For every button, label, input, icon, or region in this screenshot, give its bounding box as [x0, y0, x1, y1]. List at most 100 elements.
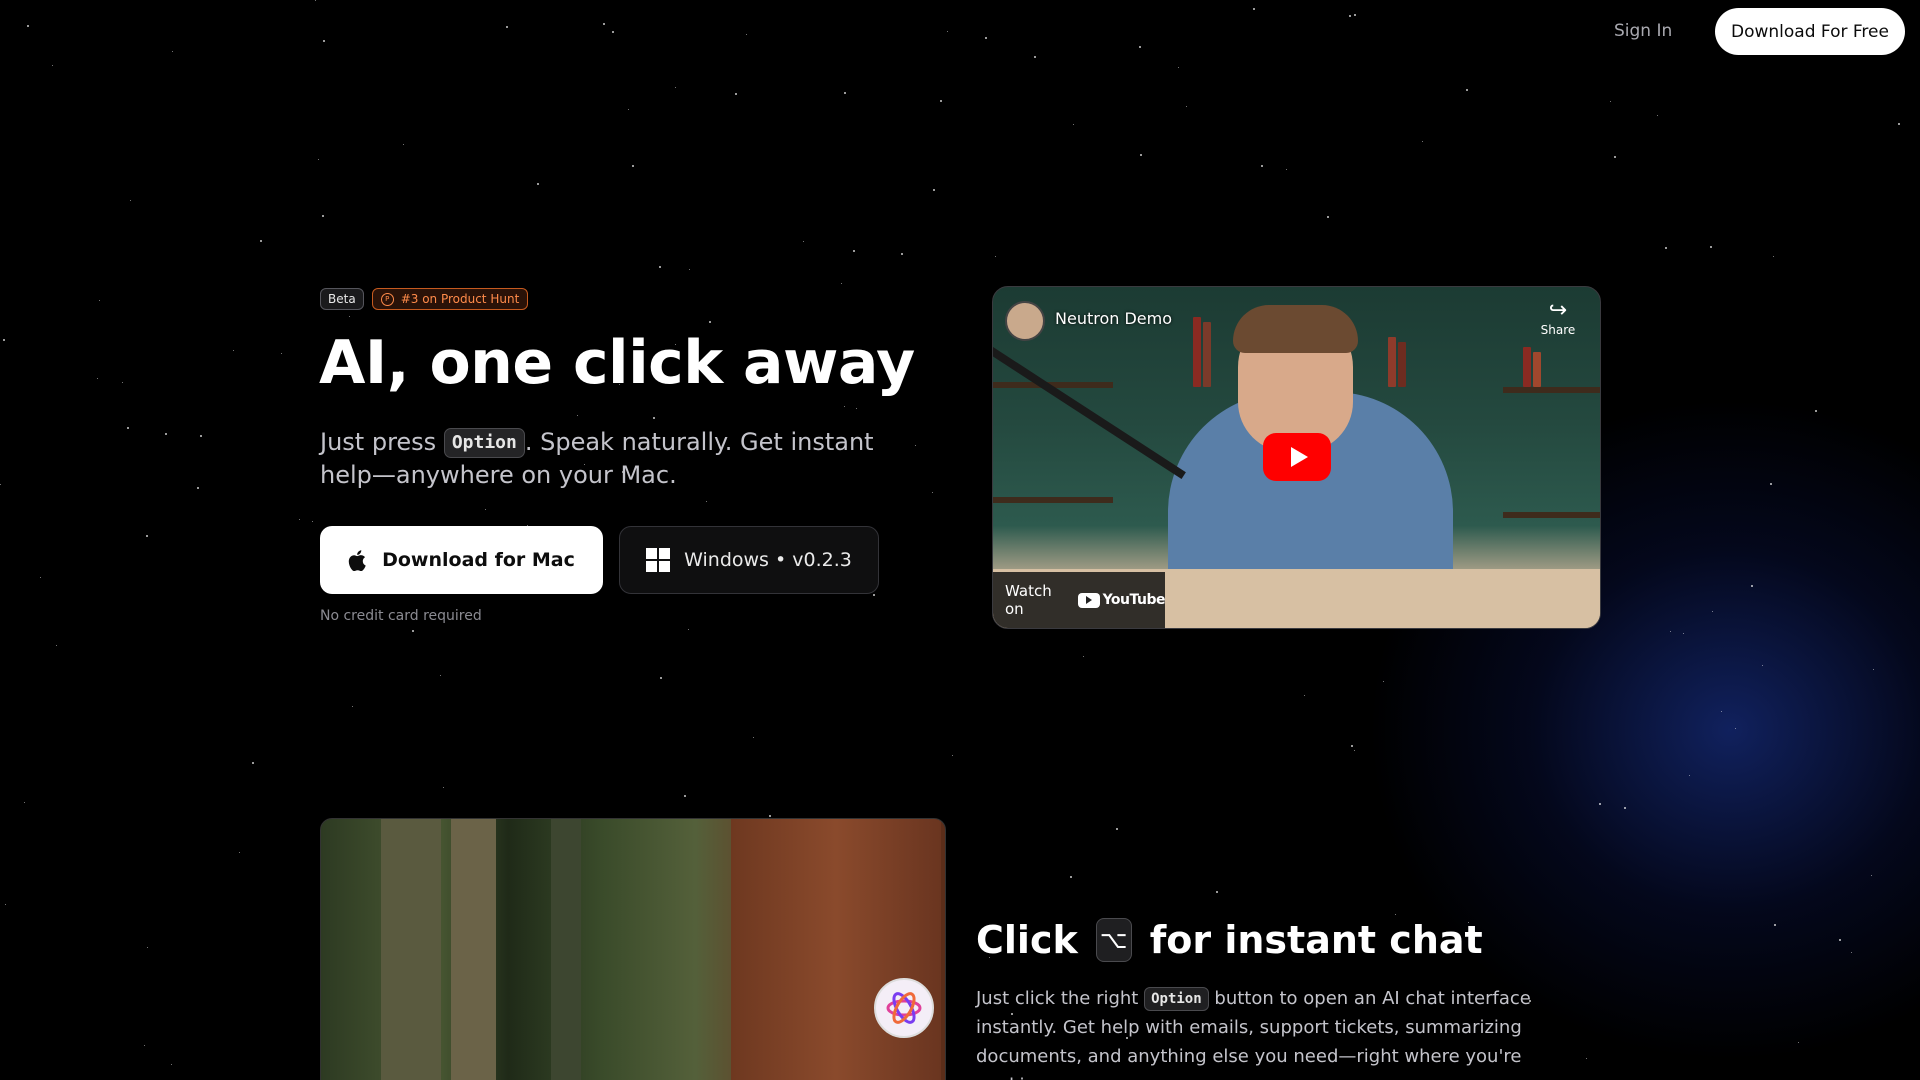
youtube-label: YouTube	[1102, 592, 1166, 608]
star-dot	[1216, 891, 1218, 893]
star-dot	[130, 200, 131, 201]
star-dot	[1116, 828, 1118, 830]
star-dot	[1599, 803, 1601, 805]
image-tree-trunk	[451, 819, 496, 1080]
option-key-icon: ⌥	[1095, 918, 1132, 962]
play-icon	[1290, 447, 1308, 467]
star-dot	[349, 316, 350, 317]
star-dot	[1839, 939, 1841, 941]
star-dot	[239, 852, 240, 853]
star-dot	[1762, 665, 1763, 666]
star-dot	[1261, 165, 1263, 167]
star-dot	[1712, 611, 1713, 612]
star-dot	[172, 51, 173, 52]
star-dot	[746, 34, 747, 35]
star-dot	[1610, 101, 1611, 102]
star-dot	[1083, 656, 1084, 657]
star-dot	[56, 645, 57, 646]
channel-avatar[interactable]	[1005, 301, 1045, 341]
star-dot	[1670, 631, 1671, 632]
star-dot	[3, 339, 5, 341]
star-dot	[709, 321, 711, 323]
hero-subtitle-before: Just press	[320, 428, 444, 456]
app-logo-graphic	[886, 992, 922, 1024]
star-dot	[1770, 483, 1772, 485]
feature-description: Just click the right Option button to op…	[976, 984, 1546, 1080]
star-dot	[577, 415, 578, 416]
star-dot	[1349, 15, 1351, 17]
video-scene-book	[1533, 352, 1541, 387]
feature-body-before: Just click the right	[976, 988, 1145, 1009]
star-dot	[628, 109, 629, 110]
windows-download-button[interactable]: Windows • v0.2.3	[619, 526, 879, 594]
windows-icon	[646, 548, 671, 572]
star-dot	[735, 93, 737, 95]
image-tree-trunk	[551, 819, 581, 1080]
product-hunt-badge[interactable]: P #3 on Product Hunt	[371, 288, 529, 310]
app-logo-icon[interactable]	[874, 978, 934, 1038]
star-dot	[323, 40, 325, 42]
product-hunt-label: #3 on Product Hunt	[400, 292, 520, 306]
star-dot	[1178, 67, 1179, 68]
play-button[interactable]	[1263, 433, 1331, 481]
video-scene-shelf	[1503, 512, 1600, 518]
video-scene-book	[1523, 347, 1531, 387]
star-dot	[122, 382, 123, 383]
star-dot	[1422, 141, 1423, 142]
sign-in-link[interactable]: Sign In	[1614, 18, 1672, 44]
star-dot	[688, 629, 689, 630]
star-dot	[312, 521, 313, 522]
star-dot	[753, 737, 754, 738]
star-dot	[1139, 46, 1141, 48]
star-dot	[1689, 775, 1690, 776]
youtube-icon: YouTube	[1077, 592, 1166, 608]
star-dot	[1751, 585, 1753, 587]
star-dot	[0, 484, 1, 485]
star-dot	[1140, 154, 1142, 156]
share-button[interactable]: ↪ Share	[1533, 299, 1583, 338]
star-dot	[603, 23, 605, 25]
watch-on-youtube-button[interactable]: Watch on YouTube	[993, 572, 1166, 628]
video-scene-book	[1388, 337, 1396, 387]
star-dot	[952, 755, 953, 756]
share-label: Share	[1540, 323, 1576, 337]
star-dot	[1070, 876, 1072, 878]
star-dot	[1873, 669, 1874, 670]
star-dot	[933, 189, 935, 191]
feature-title-after: for instant chat	[1149, 918, 1483, 962]
star-dot	[506, 26, 508, 28]
star-dot	[873, 594, 875, 596]
star-dot	[653, 417, 655, 419]
apple-icon	[348, 549, 366, 571]
star-dot	[1721, 711, 1722, 712]
video-title[interactable]: Neutron Demo	[1055, 309, 1172, 328]
star-dot	[537, 183, 539, 185]
hero-subtitle: Just press Option. Speak naturally. Get …	[320, 426, 920, 492]
download-for-mac-label: Download for Mac	[382, 549, 575, 571]
feature-demo-image	[320, 818, 946, 1080]
star-dot	[299, 519, 300, 520]
star-dot	[1034, 56, 1036, 58]
star-dot	[352, 706, 353, 707]
star-dot	[260, 240, 262, 242]
star-dot	[1665, 247, 1667, 249]
demo-video-embed[interactable]: Neutron Demo ↪ Share Watch on YouTube	[992, 286, 1601, 629]
download-for-free-button[interactable]: Download For Free	[1715, 8, 1905, 55]
star-dot	[901, 253, 903, 255]
star-dot	[769, 815, 771, 817]
star-dot	[1351, 745, 1353, 747]
download-for-mac-button[interactable]: Download for Mac	[320, 526, 603, 594]
star-dot	[1735, 728, 1736, 729]
star-dot	[1851, 952, 1852, 953]
star-dot	[233, 350, 234, 351]
star-dot	[632, 165, 634, 167]
star-dot	[1683, 633, 1684, 634]
star-dot	[171, 1064, 172, 1065]
star-dot	[40, 577, 41, 578]
star-dot	[146, 535, 148, 537]
star-dot	[689, 269, 690, 270]
star-dot	[706, 501, 707, 502]
beta-badge: Beta	[320, 288, 364, 310]
hero-badges: Beta P #3 on Product Hunt	[320, 288, 529, 310]
star-dot	[1304, 695, 1305, 696]
